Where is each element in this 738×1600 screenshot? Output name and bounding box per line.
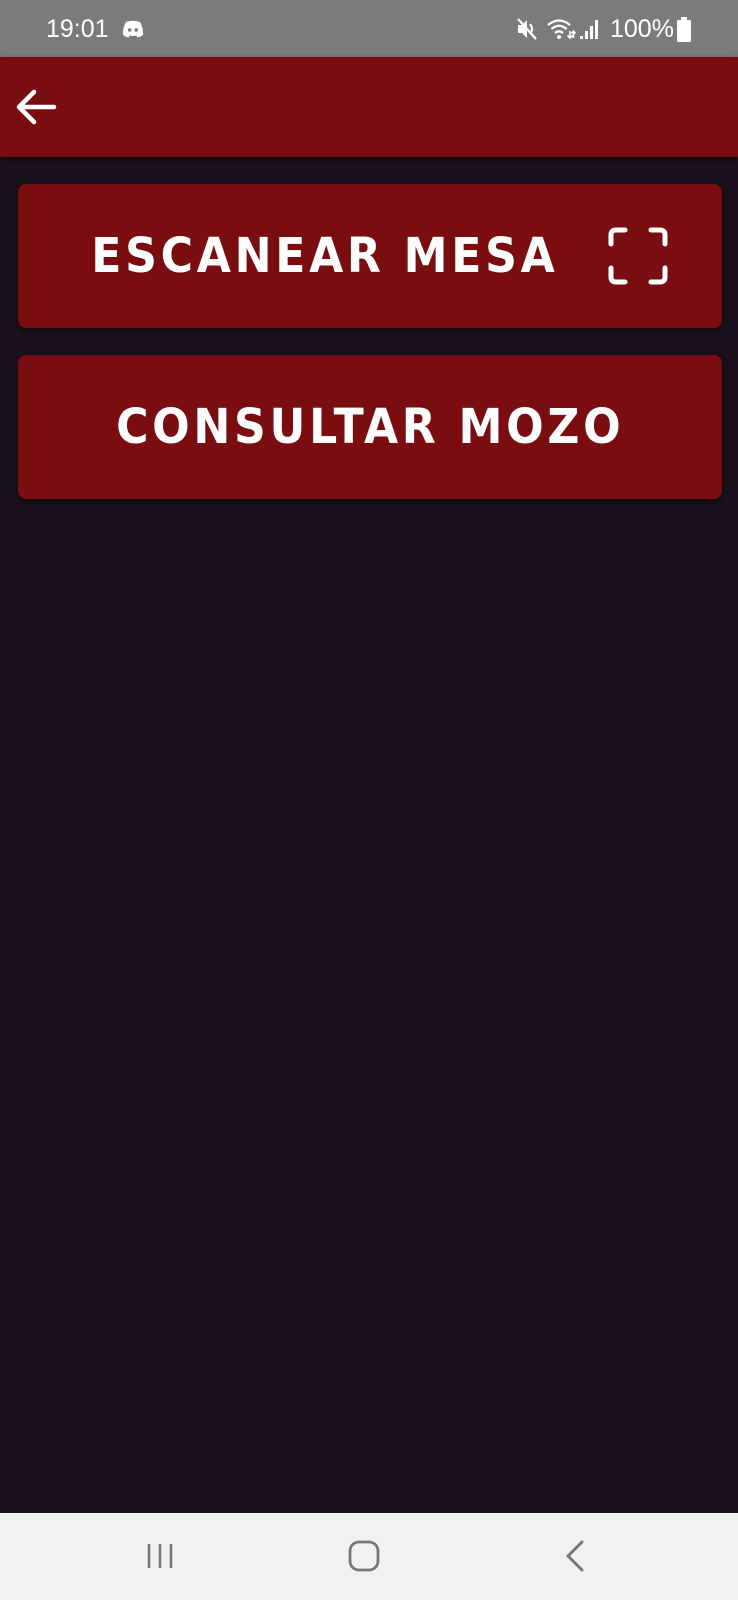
back-button[interactable] [8, 79, 64, 135]
call-waiter-button[interactable]: CONSULTAR MOZO [18, 355, 722, 499]
app-bar [0, 57, 738, 157]
arrow-left-icon [16, 89, 57, 125]
status-time: 19:01 [46, 15, 109, 43]
system-nav-bar [0, 1513, 738, 1600]
call-waiter-label: CONSULTAR MOZO [115, 399, 625, 455]
battery-percent: 100% [610, 15, 674, 43]
recent-apps-icon[interactable] [140, 1539, 180, 1573]
scan-table-button[interactable]: ESCANEAR MESA [18, 184, 722, 328]
battery-icon [677, 17, 691, 42]
mute-icon [517, 18, 537, 40]
signal-icon [580, 20, 598, 39]
scan-table-label: ESCANEAR MESA [91, 228, 559, 284]
qr-scan-frame-icon [608, 227, 668, 285]
status-bar: 19:01 100% [0, 0, 738, 57]
back-icon[interactable] [560, 1537, 590, 1575]
home-icon[interactable] [344, 1537, 384, 1575]
discord-icon [122, 20, 144, 38]
wifi-icon [547, 19, 576, 40]
